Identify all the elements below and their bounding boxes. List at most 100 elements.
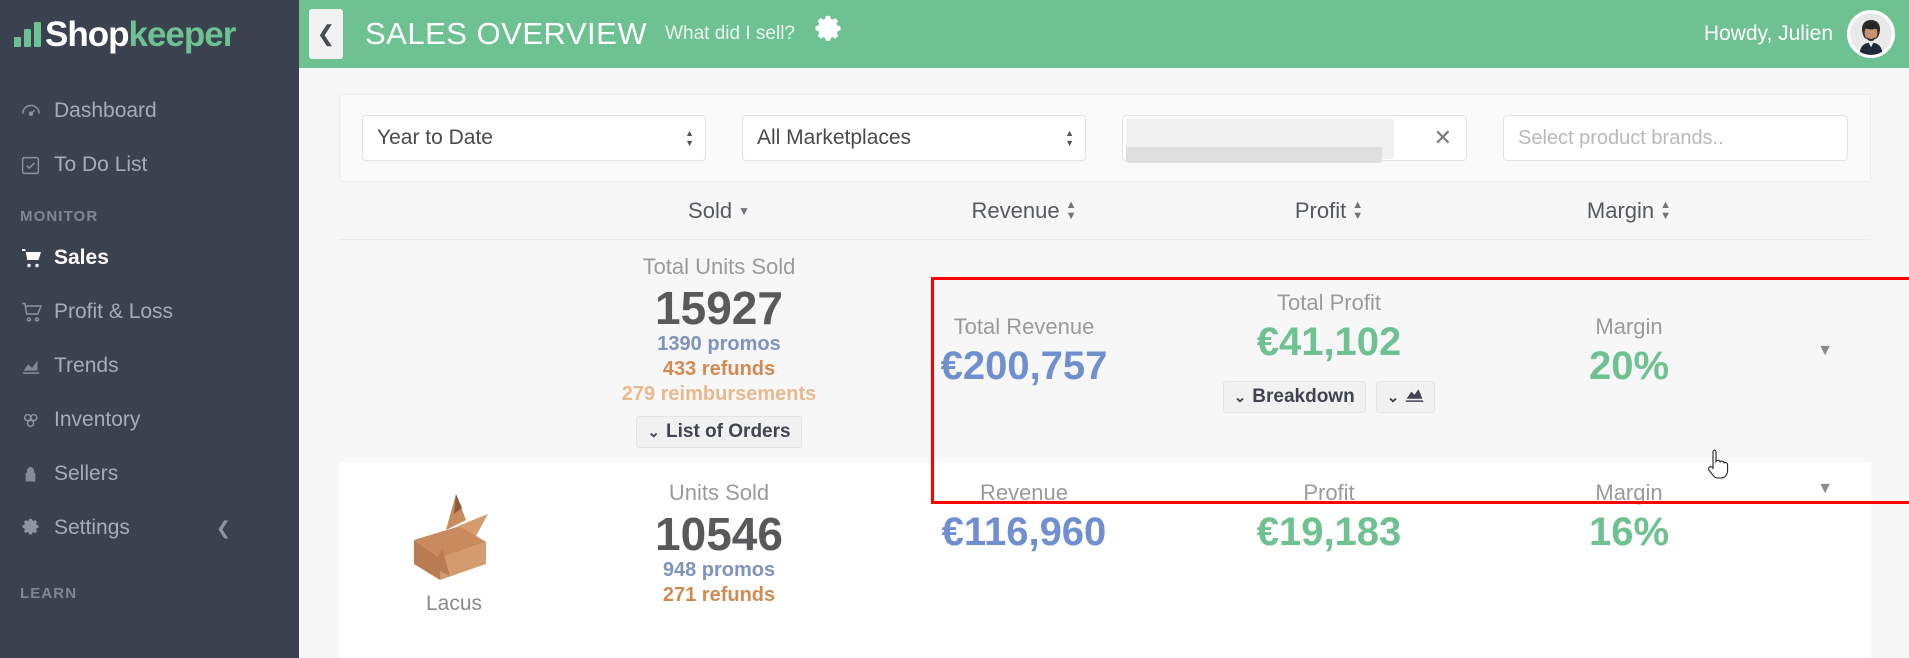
product-expand-cell: ▼ <box>1779 480 1871 498</box>
app-logo[interactable]: Shopkeeper <box>0 0 299 68</box>
settings-gear-button[interactable] <box>811 15 844 53</box>
totals-sold-value: 15927 <box>655 281 783 334</box>
logo-text-secondary: keeper <box>128 14 236 54</box>
list-of-orders-button[interactable]: ⌄ List of Orders <box>636 416 802 449</box>
brands-placeholder: Select product brands.. <box>1518 126 1724 149</box>
sidebar-item-dashboard[interactable]: Dashboard <box>0 84 299 138</box>
product-promos: 948 promos <box>662 559 776 582</box>
chart-icon <box>20 355 54 377</box>
sidebar-item-label: Inventory <box>54 408 141 431</box>
profit-buttons: ⌄ Breakdown ⌄ <box>1222 372 1436 413</box>
sidebar-item-profit-loss[interactable]: Profit & Loss <box>0 285 299 339</box>
product-name[interactable]: Lacus <box>426 592 482 616</box>
product-sold-value: 10546 <box>655 508 783 560</box>
logo-bars-icon <box>14 21 41 47</box>
column-header-profit[interactable]: Profit ▲ ▼ <box>1295 198 1363 224</box>
sidebar-item-label: Sellers <box>54 462 119 485</box>
logo-text-primary: Shop <box>45 14 129 54</box>
totals-margin-value: 20% <box>1588 344 1670 388</box>
sidebar-item-todo-list[interactable]: To Do List <box>0 138 299 192</box>
search-input[interactable]: ✕ <box>1122 115 1467 163</box>
chevron-left-icon: ❮ <box>316 21 336 46</box>
page-subtitle: What did I sell? <box>665 23 795 44</box>
content-area: Year to Date ▲ ▼ All Marketplaces ▲ ▼ ✕ Se… <box>299 94 1909 658</box>
marketplace-select[interactable]: All Marketplaces ▲ ▼ <box>742 115 1086 161</box>
lock-icon <box>20 464 54 485</box>
product-refunds: 271 refunds <box>662 584 776 607</box>
product-image-cell: Lacus <box>339 480 569 616</box>
totals-sold-cell: Total Units Sold 15927 1390 promos 433 r… <box>569 254 869 449</box>
cart-outline-icon <box>20 300 54 324</box>
sidebar-item-sellers[interactable]: Sellers <box>0 447 299 501</box>
search-value-redacted <box>1126 119 1394 163</box>
chevron-down-icon[interactable]: ▼ <box>1817 342 1833 359</box>
product-revenue-value: €116,960 <box>941 510 1107 554</box>
product-revenue-label: Revenue <box>979 480 1069 505</box>
sidebar-item-inventory[interactable]: Inventory <box>0 393 299 447</box>
chevron-double-down-icon: ⌄ <box>1233 388 1247 406</box>
column-header-revenue[interactable]: Revenue ▲ ▼ <box>972 198 1077 224</box>
sidebar-item-trends[interactable]: Trends <box>0 339 299 393</box>
sidebar: Shopkeeper Dashboard To Do List MONITOR … <box>0 0 299 658</box>
chevron-down-icon[interactable]: ▼ <box>1817 480 1833 497</box>
gear-icon <box>811 15 844 53</box>
sidebar-item-label: Sales <box>54 246 109 269</box>
list-of-orders-label: List of Orders <box>666 421 791 443</box>
sort-desc-icon: ▼ <box>738 203 750 218</box>
totals-promos: 1390 promos <box>657 333 781 356</box>
table-row-totals: Total Units Sold 15927 1390 promos 433 r… <box>339 240 1871 462</box>
cart-icon <box>20 246 54 270</box>
breakdown-label: Breakdown <box>1252 385 1355 407</box>
breakdown-button[interactable]: ⌄ Breakdown <box>1222 380 1366 413</box>
product-margin-value: 16% <box>1588 510 1670 554</box>
sales-overview-page: Shopkeeper Dashboard To Do List MONITOR … <box>0 0 1909 658</box>
profit-chart-button[interactable]: ⌄ <box>1375 380 1436 413</box>
sidebar-nav: Dashboard To Do List MONITOR Sales Profi… <box>0 68 299 608</box>
stepper-arrows-icon: ▲ ▼ <box>685 128 694 148</box>
table-row: Lacus Units Sold 10546 948 promos 271 re… <box>339 462 1871 658</box>
close-icon[interactable]: ✕ <box>1434 127 1452 149</box>
column-header-label: Profit <box>1294 197 1347 223</box>
main-content: ❮ SALES OVERVIEW What did I sell? Howdy,… <box>299 0 1909 658</box>
column-header-margin[interactable]: Margin ▲ ▼ <box>1587 198 1671 224</box>
totals-profit-label: Total Profit <box>1277 289 1381 315</box>
sort-both-icon: ▲ ▼ <box>1065 198 1077 222</box>
sidebar-item-settings[interactable]: Settings ❮ <box>0 501 299 555</box>
stepper-arrows-icon: ▲ ▼ <box>1065 128 1074 148</box>
marketplace-value: All Marketplaces <box>757 126 912 149</box>
filter-bar: Year to Date ▲ ▼ All Marketplaces ▲ ▼ ✕ Se… <box>339 94 1871 182</box>
product-profit-cell: Profit €19,183 <box>1179 480 1479 554</box>
totals-margin-cell: Margin 20% <box>1479 314 1779 388</box>
sidebar-item-label: Dashboard <box>54 99 157 122</box>
sidebar-item-label: Profit & Loss <box>54 300 174 323</box>
totals-refunds: 433 refunds <box>662 358 776 381</box>
date-range-select[interactable]: Year to Date ▲ ▼ <box>362 115 706 161</box>
product-margin-cell: Margin 16% <box>1479 480 1779 554</box>
brands-select[interactable]: Select product brands.. <box>1503 115 1848 161</box>
totals-revenue-value: €200,757 <box>940 344 1108 388</box>
chevron-double-down-icon: ⌄ <box>1386 388 1400 406</box>
product-profit-value: €19,183 <box>1256 510 1402 554</box>
totals-profit-value: €41,102 <box>1256 319 1402 364</box>
sort-both-icon: ▲ ▼ <box>1352 198 1364 222</box>
sidebar-item-label: To Do List <box>54 153 148 176</box>
product-margin-label: Margin <box>1595 480 1663 505</box>
date-range-value: Year to Date <box>377 126 493 149</box>
totals-revenue-label: Total Revenue <box>953 314 1095 339</box>
boxes-icon <box>20 409 54 432</box>
avatar[interactable] <box>1847 10 1895 58</box>
bar-chart-icon <box>1405 386 1424 408</box>
totals-reimbursements: 279 reimbursements <box>621 383 817 406</box>
page-title: SALES OVERVIEW <box>365 16 648 51</box>
mouse-cursor <box>1705 448 1731 485</box>
totals-margin-label: Margin <box>1595 314 1663 339</box>
column-header-label: Sold <box>688 197 733 223</box>
sidebar-item-sales[interactable]: Sales <box>0 231 299 285</box>
totals-revenue-cell: Total Revenue €200,757 <box>869 314 1179 388</box>
gauge-icon <box>20 100 54 122</box>
column-header-sold[interactable]: Sold ▼ <box>688 198 750 224</box>
product-sold-cell: Units Sold 10546 948 promos 271 refunds <box>569 480 869 608</box>
table-header-row: Sold ▼ Revenue ▲ ▼ Profit ▲ ▼ Margin ▲ ▼ <box>339 182 1871 240</box>
chevron-left-icon: ❮ <box>215 517 231 538</box>
sidebar-collapse-button[interactable]: ❮ <box>309 9 343 59</box>
